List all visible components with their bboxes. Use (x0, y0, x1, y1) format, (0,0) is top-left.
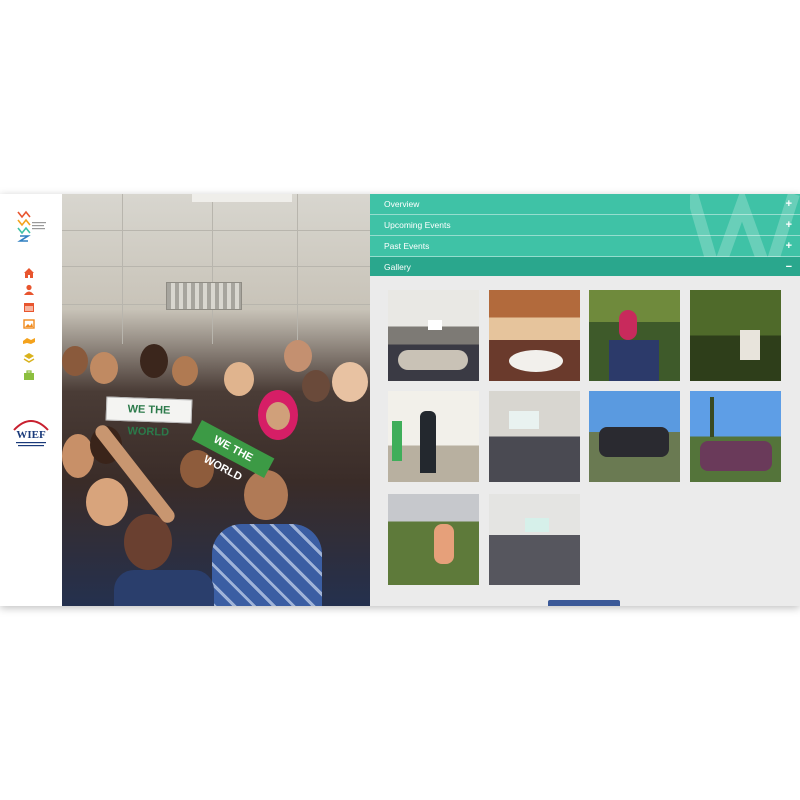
accordion-item-past-events[interactable]: Past Events + (370, 236, 800, 257)
image-icon[interactable] (22, 317, 36, 331)
person (90, 352, 118, 384)
accordion-item-label: Upcoming Events (384, 220, 451, 230)
accordion-item-upcoming-events[interactable]: Upcoming Events + (370, 215, 800, 236)
young-fellows-logo[interactable] (14, 208, 48, 242)
person (172, 356, 198, 386)
user-icon[interactable] (22, 283, 36, 297)
accordion-item-overview[interactable]: Overview + (370, 194, 800, 215)
ceiling-light (166, 282, 242, 310)
accordion-item-label: Gallery (384, 262, 411, 272)
handshake-icon[interactable] (22, 334, 36, 348)
person (266, 402, 290, 430)
person (140, 344, 168, 378)
briefcase-icon[interactable] (22, 368, 36, 382)
dark-shirt (114, 570, 214, 606)
ceiling-tile-line (212, 194, 213, 344)
ceiling-tile-line (122, 194, 123, 344)
gallery-thumbnail-beach-gathering[interactable] (589, 391, 680, 482)
gallery-thumbnail-forest-group[interactable] (690, 290, 781, 381)
facebook-button[interactable] (548, 600, 620, 606)
ceiling-tile-line (62, 230, 370, 231)
app-window: WIEF WE THE WORLD WE THE WORLD Overview … (0, 194, 800, 606)
content-panel: Overview + Upcoming Events + Past Events… (370, 194, 800, 606)
ceiling-tile-line (62, 266, 370, 267)
person (224, 362, 254, 396)
person (302, 370, 330, 402)
plus-icon: + (785, 219, 792, 231)
person (284, 340, 312, 372)
svg-text:WIEF: WIEF (16, 429, 46, 441)
gallery-thumbnail-seminar-screen[interactable] (489, 494, 580, 585)
ceiling-light (192, 194, 292, 202)
we-the-world-sign: WE THE WORLD (105, 396, 193, 439)
hero-group-photo: WE THE WORLD WE THE WORLD (62, 194, 370, 606)
gallery-thumbnail-dinner-table[interactable] (489, 290, 580, 381)
sidebar-nav (22, 266, 40, 385)
accordion-item-label: Overview (384, 199, 420, 209)
ceiling-tile-line (297, 194, 298, 344)
gallery-thumbnail-presentation-room[interactable] (489, 391, 580, 482)
gallery-thumbnail-group-outdoor[interactable] (589, 290, 680, 381)
plus-icon: + (785, 198, 792, 210)
person (62, 434, 94, 478)
person (86, 478, 128, 526)
person (62, 346, 88, 376)
home-icon[interactable] (22, 266, 36, 280)
gallery-thumbnail-lawn-group[interactable] (388, 494, 479, 585)
gallery-thumbnail-conference-hall[interactable] (388, 290, 479, 381)
plus-icon: + (785, 240, 792, 252)
gallery-thumbnail-palm-tree-group[interactable] (690, 391, 781, 482)
gallery-thumbnail-speaker-podium[interactable] (388, 391, 479, 482)
accordion-item-gallery[interactable]: Gallery − (370, 257, 800, 276)
layers-icon[interactable] (22, 351, 36, 365)
person (244, 470, 288, 520)
plaid-shirt (212, 524, 322, 606)
person (332, 362, 368, 402)
accordion-menu: Overview + Upcoming Events + Past Events… (370, 194, 800, 276)
wief-foundation-logo[interactable]: WIEF (10, 414, 52, 454)
calendar-icon[interactable] (22, 300, 36, 314)
sidebar: WIEF (0, 194, 62, 606)
accordion-item-label: Past Events (384, 241, 430, 251)
minus-icon: − (785, 261, 792, 273)
